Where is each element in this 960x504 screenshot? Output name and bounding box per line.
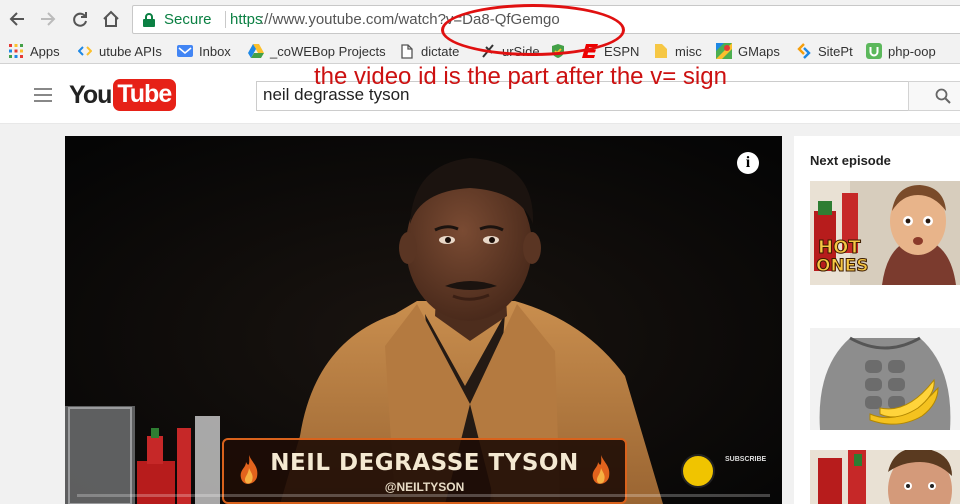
back-button[interactable] (5, 7, 29, 31)
home-button[interactable] (99, 7, 123, 31)
thumbnail-image (810, 450, 960, 504)
subscribe-watermark[interactable]: SUBSCRIBE (725, 456, 766, 463)
folder-icon (653, 43, 669, 59)
reload-icon (73, 12, 87, 27)
maps-icon (716, 43, 732, 59)
related-video-thumbnail[interactable] (810, 450, 960, 504)
thumbnail-image (810, 328, 960, 430)
bookmark-label: php-oop (888, 43, 936, 59)
thumbnail-logo-line1: HOT (818, 237, 862, 258)
lock-icon (143, 13, 155, 27)
secure-label: Secure (164, 11, 212, 28)
bookmark-label: dictate (421, 43, 460, 59)
bookmark-dictate[interactable]: dictate (399, 42, 459, 60)
bookmark-label: ESPN (604, 43, 640, 59)
bookmark-label: Apps (30, 43, 60, 59)
bookmark-inbox[interactable]: Inbox (177, 42, 231, 60)
up-next-sidebar: Next episode HOT ONES (794, 136, 960, 504)
next-video-thumbnail[interactable]: HOT ONES (810, 181, 960, 285)
bookmark-php-oop[interactable]: php-oop (866, 42, 936, 60)
address-separator (225, 11, 226, 28)
back-arrow-icon (9, 12, 24, 26)
udemy-icon (866, 43, 882, 59)
logo-tube: Tube (113, 79, 177, 111)
next-episode-heading: Next episode (810, 153, 891, 168)
url-highlight-circle (441, 4, 625, 56)
logo-you: You (69, 80, 112, 109)
bookmark-apps[interactable]: Apps (8, 42, 60, 60)
sitepoint-icon (796, 43, 812, 59)
channel-watermark[interactable] (681, 454, 715, 488)
bookmark-misc[interactable]: misc (653, 42, 702, 60)
bookmark-label: GMaps (738, 43, 780, 59)
drive-icon (248, 43, 264, 59)
bookmark-label: SitePt (818, 43, 853, 59)
guest-name: NEIL DEGRASSE TYSON (270, 450, 579, 476)
menu-icon[interactable] (34, 88, 52, 102)
thumbnail-logo-line2: ONES (816, 256, 870, 276)
progress-bar[interactable] (77, 494, 770, 497)
bookmark-label: misc (675, 43, 702, 59)
youtube-logo[interactable]: You Tube (69, 79, 177, 111)
guest-handle: @NEILTYSON (384, 480, 465, 494)
info-icon[interactable]: i (737, 152, 759, 174)
document-icon (399, 43, 415, 59)
bookmark-gmaps[interactable]: GMaps (716, 42, 780, 60)
bookmark-cowebop-projects[interactable]: _coWEBop Projects (248, 42, 386, 60)
video-player[interactable]: i NEIL DEGRASSE TYSON @NEILTYSON SUBSCRI… (65, 136, 782, 504)
related-video-thumbnail[interactable] (810, 328, 960, 430)
bookmark-sitept[interactable]: SitePt (796, 42, 853, 60)
bookmark-label: Inbox (199, 43, 231, 59)
inbox-icon (177, 43, 193, 59)
apps-grid-icon (8, 43, 24, 59)
bookmark-label: _coWEBop Projects (270, 43, 386, 59)
search-icon (935, 88, 951, 104)
bookmark-label: utube APIs (99, 43, 162, 59)
forward-arrow-icon (41, 12, 56, 26)
url-scheme: https (230, 11, 263, 28)
home-icon (103, 10, 119, 27)
bookmark-utube-apis[interactable]: utube APIs (77, 42, 162, 60)
search-button[interactable] (908, 81, 960, 111)
forward-button[interactable] (36, 7, 60, 31)
annotation-text: the video id is the part after the v= si… (314, 63, 727, 90)
code-icon (77, 43, 93, 59)
reload-button[interactable] (68, 7, 92, 31)
